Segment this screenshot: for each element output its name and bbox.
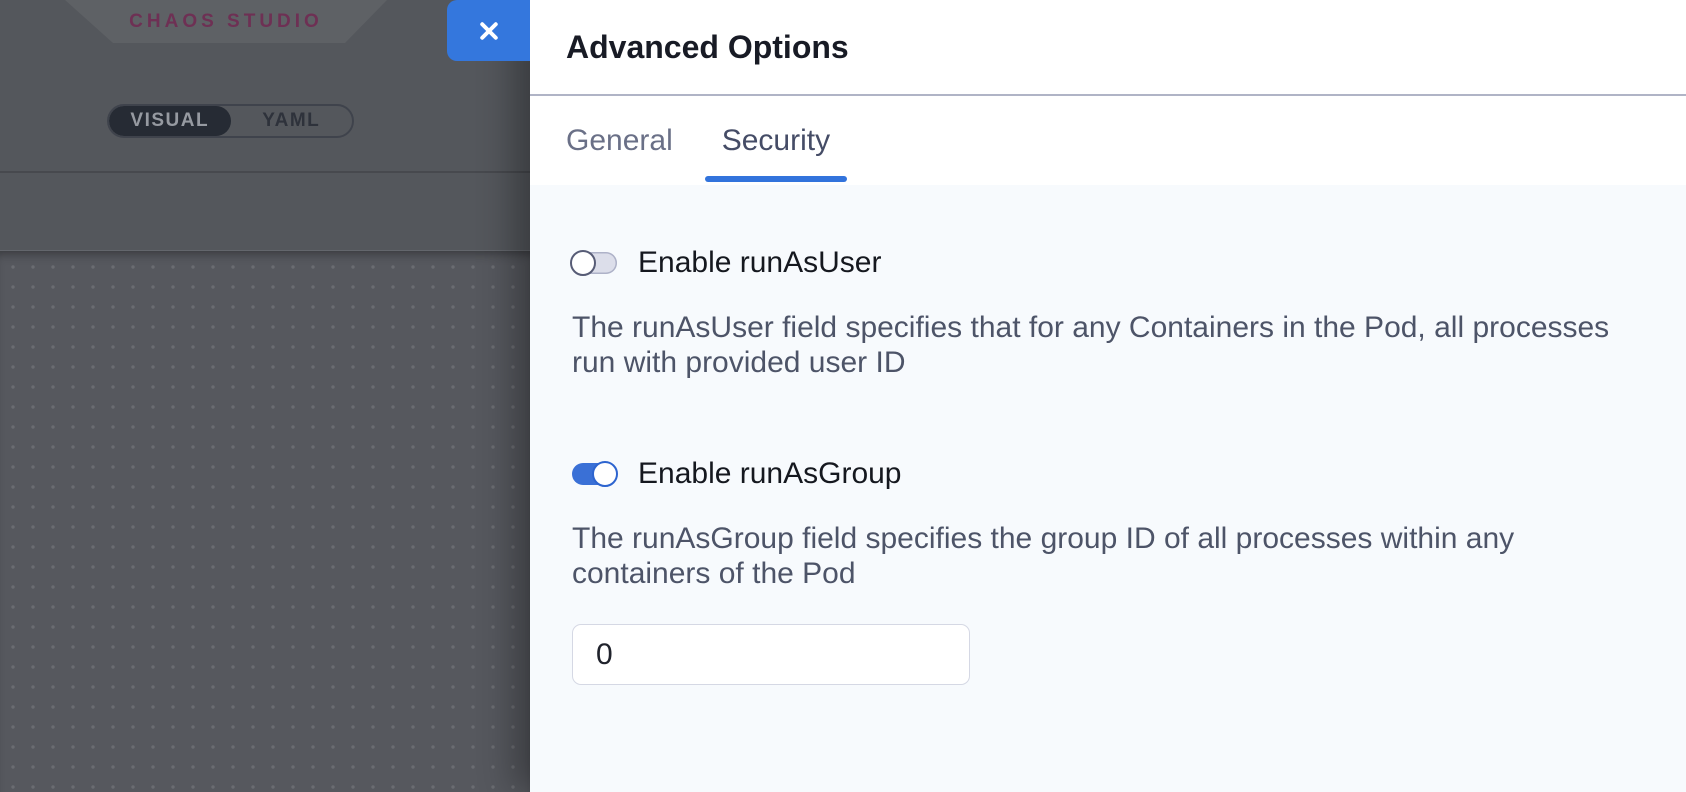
run-as-user-label: Enable runAsUser [638,246,881,280]
visual-mode-tab[interactable]: VISUAL [109,106,231,136]
run-as-group-label: Enable runAsGroup [638,457,902,491]
close-drawer-button[interactable] [447,0,530,61]
drawer-header: Advanced Options [530,0,1686,96]
workflow-canvas[interactable] [0,250,530,792]
header-divider [0,171,530,173]
toggle-knob [592,461,618,487]
drawer-tabbar: General Security [530,96,1686,185]
run-as-group-toggle[interactable] [572,463,617,485]
chaos-studio-title: CHAOS STUDIO [129,11,323,33]
run-as-user-toggle[interactable] [572,252,617,274]
visual-yaml-toggle: VISUAL YAML [107,104,354,138]
run-as-group-description: The runAsGroup field specifies the group… [572,521,1622,591]
close-icon [475,17,503,45]
section-spacer [572,380,1644,457]
advanced-options-drawer: Advanced Options General Security Enable… [530,0,1686,792]
visual-mode-label: VISUAL [130,110,209,132]
yaml-mode-label: YAML [262,110,320,132]
run-as-user-description: The runAsUser field specifies that for a… [572,310,1622,380]
tab-security-label: Security [722,124,830,158]
security-tab-panel: Enable runAsUser The runAsUser field spe… [530,185,1686,792]
tab-security[interactable]: Security [705,96,847,185]
tab-general-label: General [566,124,673,158]
chaos-studio-backdrop: CHAOS STUDIO VISUAL YAML [0,0,530,792]
chaos-studio-banner: CHAOS STUDIO [65,0,387,43]
run-as-group-row: Enable runAsGroup [572,457,1644,491]
run-as-group-input[interactable] [572,624,970,685]
yaml-mode-tab[interactable]: YAML [231,106,353,136]
screen: CHAOS STUDIO VISUAL YAML Advanced Option… [0,0,1686,792]
drawer-title: Advanced Options [566,29,849,66]
run-as-user-row: Enable runAsUser [572,246,1644,280]
toggle-knob [570,250,596,276]
tab-general[interactable]: General [566,96,673,185]
